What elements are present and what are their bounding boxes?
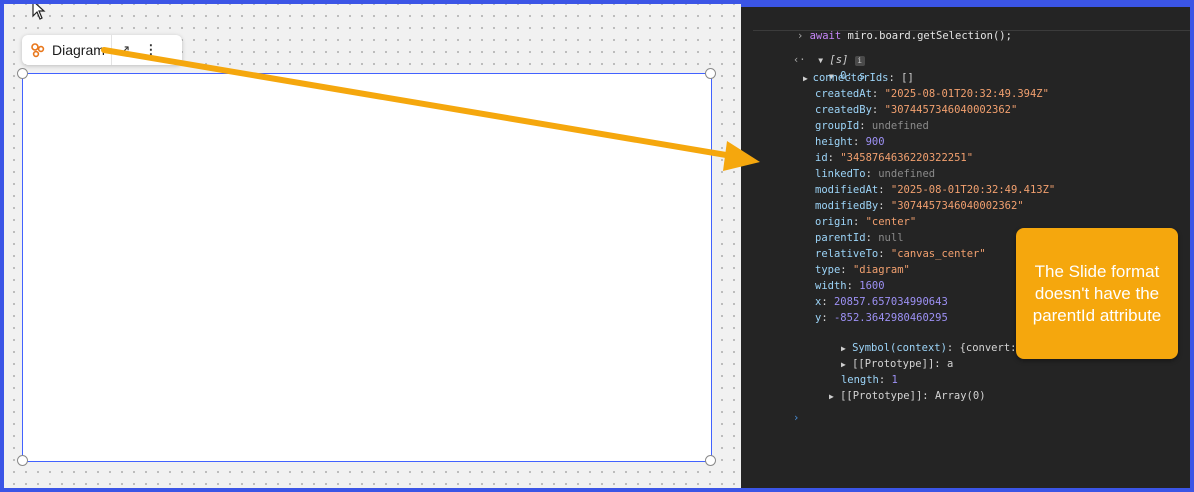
property-line-createdby: createdBy: "3074457346040002362" <box>815 104 1018 116</box>
property-key: relativeTo <box>815 248 879 260</box>
property-value: null <box>878 232 904 244</box>
console-prompt[interactable]: › <box>755 397 799 439</box>
selected-diagram-frame[interactable] <box>22 73 712 462</box>
property-key: width <box>815 280 847 292</box>
property-key: type <box>815 264 841 276</box>
callout-text: The Slide format doesn't have the parent… <box>1032 261 1162 325</box>
property-line-groupid: groupId: undefined <box>815 120 929 132</box>
resize-handle-top-left[interactable] <box>17 68 28 79</box>
property-line-type: type: "diagram" <box>815 264 910 276</box>
property-key: id <box>815 152 828 164</box>
open-diagram-button[interactable]: ↗ <box>112 35 138 65</box>
annotation-callout: The Slide format doesn't have the parent… <box>1016 228 1178 359</box>
property-value: 1600 <box>859 280 885 292</box>
property-key: modifiedAt <box>815 184 879 196</box>
property-value: 900 <box>865 136 885 148</box>
property-value: "2025-08-01T20:32:49.394Z" <box>884 88 1049 100</box>
property-value: -852.3642980460295 <box>833 312 948 324</box>
property-value: "center" <box>865 216 917 228</box>
command-end: (); <box>992 30 1012 42</box>
prototype-array-key: [[Prototype]] <box>840 390 923 402</box>
property-line-modifiedby: modifiedBy: "3074457346040002362" <box>815 200 1024 212</box>
property-line-origin: origin: "center" <box>815 216 917 228</box>
property-key: groupId <box>815 120 860 132</box>
board-canvas[interactable]: Diagram ↗ ⋮ <box>4 4 741 488</box>
property-value: [] <box>901 72 914 84</box>
property-line-width: width: 1600 <box>815 280 885 292</box>
console-top-border <box>741 4 1190 7</box>
property-key: createdBy <box>815 104 872 116</box>
diagram-icon <box>31 43 45 58</box>
property-value: undefined <box>871 120 929 132</box>
property-line-x: x: 20857.657034990643 <box>815 296 948 308</box>
property-line-parentid: parentId: null <box>815 232 904 244</box>
console-separator <box>753 30 1190 31</box>
command-method: getSelection <box>917 30 993 42</box>
property-line-height: height: 900 <box>815 136 885 148</box>
property-key: connectorIds <box>812 72 889 84</box>
collapsed-triangle-icon: ▶ <box>828 392 834 401</box>
prototype-array-value: Array(0) <box>934 390 986 402</box>
property-value: "3074457346040002362" <box>884 104 1018 116</box>
property-value: "canvas_center" <box>890 248 986 260</box>
resize-handle-bottom-right[interactable] <box>705 455 716 466</box>
property-key: modifiedBy <box>815 200 879 212</box>
resize-handle-top-right[interactable] <box>705 68 716 79</box>
resize-handle-bottom-left[interactable] <box>17 455 28 466</box>
property-line-createdat: createdAt: "2025-08-01T20:32:49.394Z" <box>815 88 1049 100</box>
property-value: "3458764636220322251" <box>840 152 974 164</box>
property-line-connectorids[interactable]: ▶ connectorIds: [] <box>803 71 914 86</box>
property-value: undefined <box>878 168 936 180</box>
property-line-id: id: "3458764636220322251" <box>815 152 974 164</box>
prompt-caret-icon: › <box>792 412 800 424</box>
property-key: origin <box>815 216 853 228</box>
more-vertical-icon: ⋮ <box>144 42 158 57</box>
property-value: "3074457346040002362" <box>890 200 1024 212</box>
property-key: parentId <box>815 232 866 244</box>
property-key: linkedTo <box>815 168 866 180</box>
diagram-context-toolbar: Diagram ↗ ⋮ <box>22 35 182 65</box>
property-value: "diagram" <box>852 264 910 276</box>
property-key: createdAt <box>815 88 872 100</box>
more-options-button[interactable]: ⋮ <box>138 35 164 65</box>
diagram-type-button[interactable]: Diagram <box>22 35 112 65</box>
mouse-cursor-icon <box>32 4 46 20</box>
property-line-y: y: -852.3642980460295 <box>815 312 948 324</box>
property-value: 20857.657034990643 <box>833 296 948 308</box>
command-board: board <box>879 30 911 42</box>
prototype-value: a <box>946 358 954 370</box>
diagram-type-label: Diagram <box>52 42 105 58</box>
property-line-modifiedat: modifiedAt: "2025-08-01T20:32:49.413Z" <box>815 184 1056 196</box>
expand-arrow-icon: ↗ <box>119 42 131 57</box>
prototype-array-line[interactable]: ▶ [[Prototype]]: Array(0) <box>791 375 986 418</box>
property-value: "2025-08-01T20:32:49.413Z" <box>890 184 1056 196</box>
property-line-linkedto: linkedTo: undefined <box>815 168 936 180</box>
collapsed-triangle-icon: ▶ <box>803 74 813 83</box>
screenshot-frame: Diagram ↗ ⋮ › await miro.board.getSelect… <box>4 4 1190 488</box>
property-key: height <box>815 136 853 148</box>
property-line-relativeto: relativeTo: "canvas_center" <box>815 248 986 260</box>
